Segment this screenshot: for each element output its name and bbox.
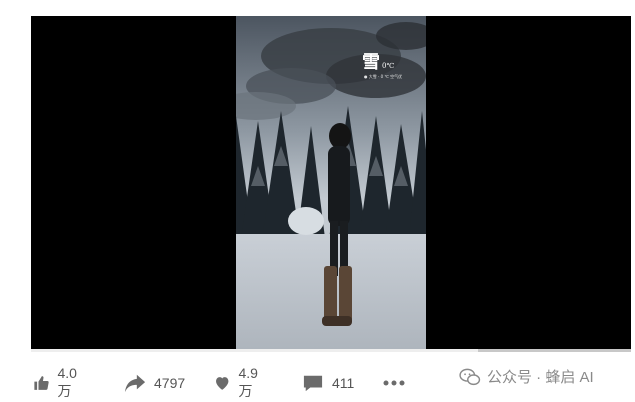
comment-count: 411 (332, 375, 355, 391)
share-button[interactable]: 4797 (124, 370, 185, 396)
wechat-icon (459, 368, 481, 385)
share-count: 4797 (154, 375, 186, 391)
like-count: 4.0万 (57, 365, 77, 399)
weather-title: 雪 (362, 52, 380, 73)
progress-buffer (478, 349, 631, 352)
comment-button[interactable]: 411 (302, 370, 354, 396)
favorite-count: 4.9万 (238, 365, 258, 399)
video-frame[interactable]: 雪 0℃ ● 大雪 · 0 ℃ 空气优 (236, 16, 426, 349)
heart-icon (216, 377, 229, 390)
watermark-text: 公众号 · 蜂启 AI (487, 369, 594, 386)
video-scene (236, 16, 426, 349)
share-arrow-icon (124, 374, 146, 393)
progress-bar[interactable] (31, 349, 631, 352)
comment-icon (303, 375, 323, 392)
weather-temp: 0℃ (382, 62, 395, 70)
like-button[interactable]: 4.0万 (33, 365, 82, 399)
more-dots-icon (383, 380, 405, 386)
video-player[interactable]: 雪 0℃ ● 大雪 · 0 ℃ 空气优 (31, 16, 631, 349)
more-button[interactable] (383, 370, 405, 396)
favorite-button[interactable]: 4.9万 (214, 365, 263, 399)
watermark: 公众号 · 蜂启 AI (459, 366, 594, 387)
weather-location: ● 大雪 · 0 ℃ 空气优 (364, 74, 403, 79)
thumbs-up-icon (34, 376, 49, 390)
weather-overlay: 雪 0℃ ● 大雪 · 0 ℃ 空气优 (362, 48, 402, 79)
